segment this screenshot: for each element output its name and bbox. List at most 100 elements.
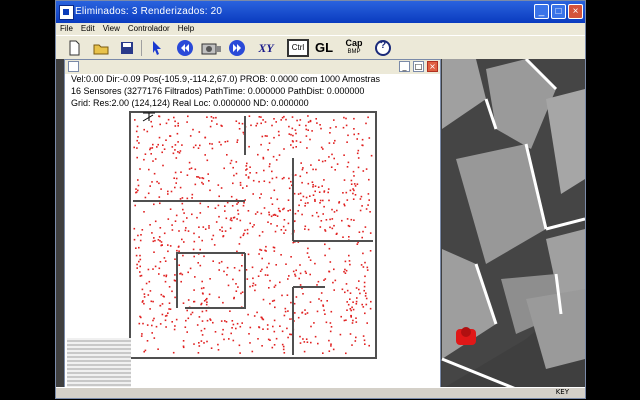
particle: [249, 326, 252, 329]
menu-controlador[interactable]: Controlador: [124, 23, 174, 34]
particle: [268, 181, 271, 184]
menu-help[interactable]: Help: [174, 23, 198, 34]
title-bar[interactable]: Eliminados: 3 Renderizados: 20 _ □ ×: [56, 1, 585, 23]
maze-map[interactable]: [129, 111, 377, 359]
particle: [167, 118, 170, 121]
particle: [346, 166, 349, 168]
maximize-button[interactable]: □: [551, 4, 566, 19]
particle: [143, 293, 146, 295]
menu-edit[interactable]: Edit: [77, 23, 99, 34]
particle: [290, 301, 292, 304]
particle: [217, 204, 220, 207]
particle: [365, 303, 368, 306]
particle: [309, 273, 311, 276]
particle: [362, 230, 364, 233]
particle: [260, 122, 262, 125]
capture-bmp-button[interactable]: Cap BMP: [341, 39, 367, 57]
particle: [317, 186, 320, 188]
close-button[interactable]: ×: [568, 4, 583, 19]
particle: [198, 236, 200, 238]
ctrl-button[interactable]: Ctrl: [287, 39, 309, 57]
particle: [352, 301, 354, 303]
particle: [153, 203, 155, 206]
minimize-button[interactable]: _: [534, 4, 549, 19]
particle: [167, 193, 169, 195]
pointer-icon[interactable]: [150, 39, 164, 57]
particle: [249, 172, 251, 174]
new-file-icon[interactable]: [66, 39, 82, 57]
particle: [306, 252, 309, 254]
particle: [152, 240, 155, 243]
xy-button[interactable]: XY: [254, 39, 278, 57]
particle: [343, 270, 345, 273]
particle: [187, 317, 190, 320]
particle: [138, 246, 140, 249]
particle: [299, 175, 302, 178]
particle: [267, 221, 269, 223]
particle: [181, 238, 183, 241]
particle: [344, 291, 346, 294]
particle: [220, 124, 222, 127]
particle: [362, 252, 364, 255]
particle: [274, 230, 277, 233]
particle: [262, 119, 264, 121]
particle: [304, 205, 306, 207]
particle: [345, 117, 347, 120]
particle: [349, 292, 352, 294]
particle: [333, 142, 335, 144]
particle: [133, 227, 136, 230]
particle: [200, 302, 203, 305]
particle: [238, 269, 241, 272]
save-disk-icon[interactable]: [119, 39, 135, 57]
particle: [342, 126, 345, 129]
particle: [363, 289, 365, 292]
particle: [273, 319, 276, 322]
particle: [314, 262, 316, 265]
particle: [139, 168, 141, 170]
particle: [136, 125, 139, 128]
particle: [204, 136, 206, 139]
particle: [269, 279, 271, 282]
particle: [270, 197, 272, 199]
particle: [315, 168, 317, 171]
particle: [335, 126, 337, 128]
particle: [260, 116, 262, 118]
map-window-titlebar[interactable]: _ □ ×: [65, 60, 440, 74]
particle: [178, 245, 180, 248]
particle: [256, 122, 259, 125]
menu-file[interactable]: File: [56, 23, 77, 34]
particle: [180, 280, 182, 283]
particle: [177, 151, 179, 153]
particle: [211, 120, 213, 122]
particle: [314, 335, 317, 338]
menu-view[interactable]: View: [99, 23, 124, 34]
particle: [352, 192, 354, 195]
particle: [329, 261, 332, 263]
open-folder-icon[interactable]: [92, 39, 110, 57]
particle: [175, 318, 178, 321]
particle: [350, 218, 353, 221]
particle: [322, 148, 324, 150]
help-icon[interactable]: ?: [374, 39, 392, 57]
particle: [270, 223, 272, 225]
particle: [299, 272, 302, 275]
map-maximize-button[interactable]: □: [413, 61, 424, 72]
forward-icon[interactable]: [228, 39, 246, 57]
particle: [238, 128, 241, 130]
particle: [275, 159, 278, 161]
gl-button[interactable]: GL: [312, 39, 336, 57]
particle: [233, 296, 235, 299]
particle: [152, 160, 154, 162]
particle: [288, 125, 290, 128]
map-close-button[interactable]: ×: [427, 61, 438, 72]
map-minimize-button[interactable]: _: [399, 61, 410, 72]
particle: [268, 287, 270, 289]
particle: [357, 149, 360, 152]
particle: [177, 122, 179, 125]
particle: [198, 316, 201, 318]
camera-icon[interactable]: [200, 39, 222, 57]
particle: [334, 139, 336, 142]
rewind-icon[interactable]: [176, 39, 194, 57]
robot-marker: [456, 327, 476, 345]
particle: [272, 325, 274, 328]
